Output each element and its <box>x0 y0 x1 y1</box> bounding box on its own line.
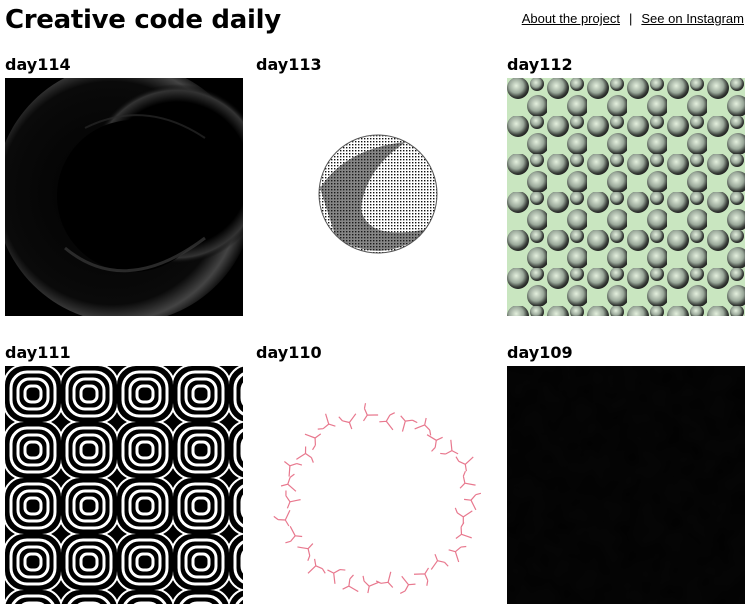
artwork-dark-eclipse <box>5 78 243 316</box>
artwork-wire-sphere <box>256 78 494 316</box>
post-title[interactable]: day112 <box>507 54 745 76</box>
post-thumbnail[interactable] <box>507 366 745 604</box>
instagram-link[interactable]: See on Instagram <box>641 11 744 26</box>
post-thumbnail[interactable] <box>256 78 494 316</box>
artwork-green-cells <box>507 78 745 316</box>
post-title[interactable]: day113 <box>256 54 494 76</box>
artwork-pink-branches <box>256 366 494 604</box>
post-title[interactable]: day110 <box>256 342 494 364</box>
post-title[interactable]: day111 <box>5 342 243 364</box>
post-thumbnail[interactable] <box>507 78 745 316</box>
post-card: day114 <box>5 54 243 316</box>
artwork-grey-noise <box>507 366 745 604</box>
post-title[interactable]: day114 <box>5 54 243 76</box>
post-thumbnail[interactable] <box>256 366 494 604</box>
post-card: day113 <box>256 54 494 316</box>
post-card: day112 <box>507 54 745 316</box>
about-link[interactable]: About the project <box>522 11 620 26</box>
post-card: day110 <box>256 342 494 604</box>
post-card: day109 <box>507 342 745 604</box>
post-thumbnail[interactable] <box>5 366 243 604</box>
posts-grid: day114 day113 day112 day111 day110 day10… <box>5 54 747 604</box>
artwork-contour-rings <box>5 366 243 604</box>
post-thumbnail[interactable] <box>5 78 243 316</box>
nav-separator: | <box>628 11 633 26</box>
post-card: day111 <box>5 342 243 604</box>
site-title: Creative code daily <box>5 5 281 35</box>
post-title[interactable]: day109 <box>507 342 745 364</box>
top-nav: About the project | See on Instagram <box>522 11 744 26</box>
